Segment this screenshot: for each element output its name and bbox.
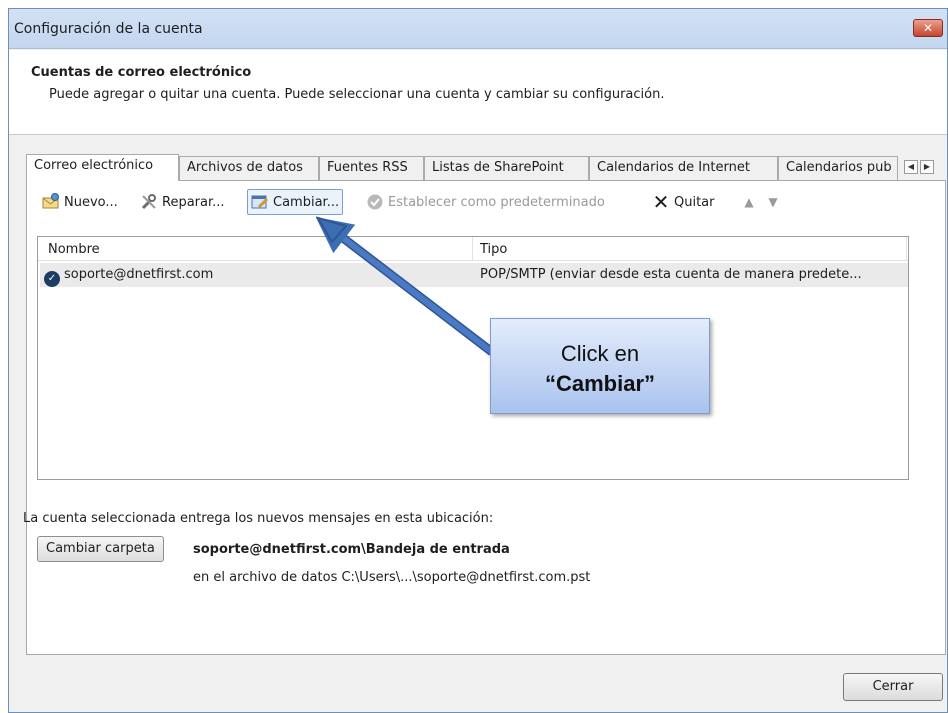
tab-sharepoint-lists[interactable]: Listas de SharePoint	[424, 156, 589, 180]
change-button[interactable]: Cambiar...	[247, 189, 344, 215]
repair-icon	[140, 193, 158, 211]
down-arrow-icon: ▼	[768, 195, 778, 209]
callout-line-1: Click en	[560, 341, 640, 366]
title-bar[interactable]: Configuración de la cuenta ✕	[9, 9, 947, 49]
account-row[interactable]: ✓ soporte@dnetfirst.com POP/SMTP (enviar …	[40, 263, 908, 287]
column-separator[interactable]	[472, 237, 473, 261]
change-button-label: Cambiar...	[273, 194, 340, 210]
set-default-button[interactable]: Establecer como predeterminado	[363, 189, 608, 215]
callout-line-2: “Cambiar”	[544, 371, 656, 396]
header-subtitle: Puede agregar o quitar una cuenta. Puede…	[49, 87, 665, 102]
default-check-icon	[366, 193, 384, 211]
new-account-icon	[42, 193, 60, 211]
tab-scroll-right-icon[interactable]: ▶	[920, 160, 934, 174]
account-name-cell: ✓ soporte@dnetfirst.com	[44, 267, 213, 287]
set-default-button-label: Establecer como predeterminado	[388, 194, 605, 210]
move-down-button[interactable]: ▼	[761, 189, 789, 215]
up-arrow-icon: ▲	[744, 195, 754, 209]
new-button-label: Nuevo...	[64, 194, 118, 210]
repair-button[interactable]: Reparar...	[137, 189, 228, 215]
close-window-button[interactable]: ✕	[913, 19, 943, 37]
toolbar: Nuevo... Reparar... Cambiar... Establece…	[33, 189, 933, 215]
new-button[interactable]: Nuevo...	[39, 189, 121, 215]
header-title: Cuentas de correo electrónico	[31, 65, 252, 80]
tab-internet-calendars[interactable]: Calendarios de Internet	[589, 156, 778, 180]
accounts-list[interactable]: Nombre Tipo ✓ soporte@dnetfirst.com POP/S…	[37, 236, 909, 480]
list-header: Nombre Tipo	[38, 237, 908, 261]
remove-button[interactable]: ✕ Quitar	[649, 189, 718, 215]
tab-published-calendars[interactable]: Calendarios pub	[778, 156, 898, 180]
window-title: Configuración de la cuenta	[14, 21, 203, 37]
account-name: soporte@dnetfirst.com	[64, 267, 214, 282]
column-header-type[interactable]: Tipo	[480, 242, 507, 257]
default-account-check-icon: ✓	[44, 271, 60, 287]
annotation-callout: Click en “Cambiar”	[490, 318, 710, 414]
repair-button-label: Reparar...	[162, 194, 225, 210]
tab-scroll-left-icon[interactable]: ◀	[904, 160, 918, 174]
delivery-data-file: en el archivo de datos C:\Users\...\sopo…	[193, 570, 591, 585]
remove-button-label: Quitar	[674, 194, 715, 210]
tab-strip: Correo electrónico Archivos de datos Fue…	[26, 154, 946, 181]
account-type-cell: POP/SMTP (enviar desde esta cuenta de ma…	[480, 267, 862, 282]
delivery-location-label: La cuenta seleccionada entrega los nuevo…	[23, 511, 494, 526]
delivery-folder-path: soporte@dnetfirst.com\Bandeja de entrada	[193, 542, 510, 557]
remove-x-icon: ✕	[652, 190, 670, 214]
email-accounts-panel: Nuevo... Reparar... Cambiar... Establece…	[23, 180, 946, 655]
column-header-name[interactable]: Nombre	[48, 242, 100, 257]
tab-email[interactable]: Correo electrónico	[26, 154, 179, 181]
change-folder-button[interactable]: Cambiar carpeta	[37, 536, 164, 562]
close-button[interactable]: Cerrar	[843, 673, 943, 701]
column-separator[interactable]	[906, 237, 907, 261]
tab-data-files[interactable]: Archivos de datos	[179, 156, 319, 180]
tab-rss-feeds[interactable]: Fuentes RSS	[319, 156, 424, 180]
header-panel: Cuentas de correo electrónico Puede agre…	[9, 50, 947, 135]
change-icon	[251, 193, 269, 211]
